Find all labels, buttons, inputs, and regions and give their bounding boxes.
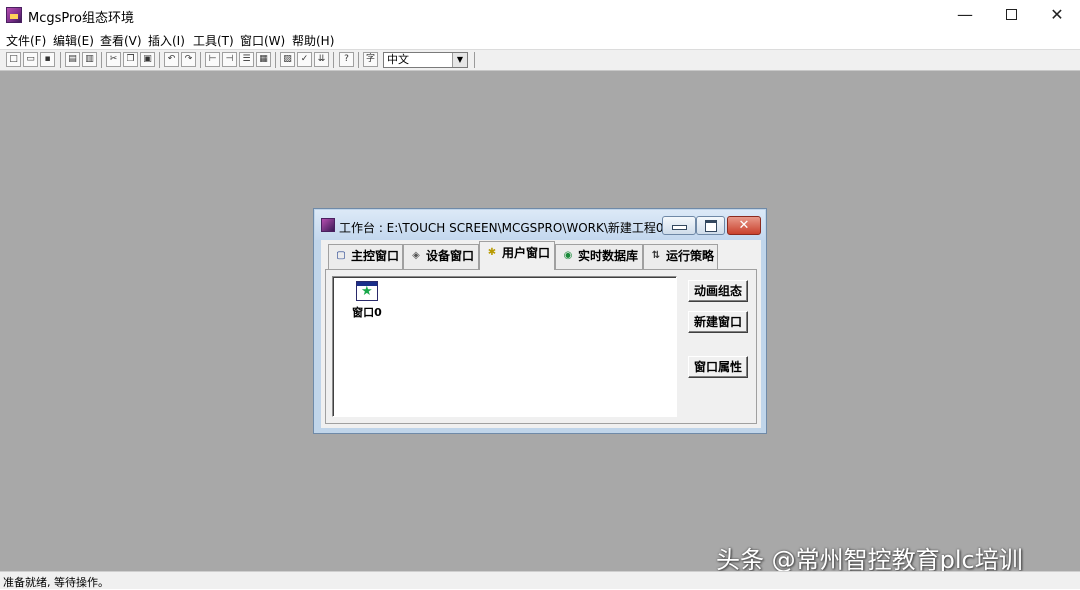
tab-user-window[interactable]: ✱ 用户窗口 [479, 241, 555, 270]
copy-icon[interactable]: ❐ [123, 52, 138, 67]
tab-label: 运行策略 [666, 249, 715, 263]
toolbar: □ ▭ ▪ ▤ ▥ ✂ ❐ ▣ ↶ ↷ ⊢ ⊣ ☰ ▦ ▨ ✓ ⇊ ? 字 中文… [0, 49, 1080, 71]
app-title: McgsPro组态环境 [28, 11, 135, 26]
toolbar-separator [275, 52, 276, 68]
new-file-icon[interactable]: □ [6, 52, 21, 67]
menu-insert[interactable]: 插入(I) [148, 32, 185, 49]
redo-icon[interactable]: ↷ [181, 52, 196, 67]
list-icon[interactable]: ☰ [239, 52, 254, 67]
chevron-down-icon[interactable]: ▼ [452, 53, 467, 67]
main-window-icon: ▢ [336, 249, 346, 261]
menu-file[interactable]: 文件(F) [6, 32, 46, 49]
minimize-icon: — [957, 5, 973, 24]
menu-tools[interactable]: 工具(T) [193, 32, 234, 49]
app-logo-icon [6, 7, 22, 23]
strategy-icon: ⇅ [651, 249, 661, 261]
user-window-icon: ✱ [487, 246, 497, 258]
tab-run-strategy[interactable]: ⇅ 运行策略 [643, 244, 718, 269]
toolbar-separator [200, 52, 201, 68]
window-properties-button[interactable]: 窗口属性 [688, 356, 748, 378]
maximize-icon [704, 220, 717, 232]
list-item-label: 窗口0 [352, 306, 382, 319]
language-select[interactable]: 中文 ▼ [383, 52, 468, 68]
list-item-window0[interactable]: ★ 窗口0 [345, 281, 389, 320]
maximize-icon [1005, 8, 1017, 20]
user-window-list[interactable]: ★ 窗口0 [332, 276, 677, 417]
database-icon: ◉ [563, 249, 573, 261]
minimize-icon [671, 225, 687, 230]
toolbar-separator [60, 52, 61, 68]
close-icon: ✕ [1050, 5, 1064, 24]
print-preview-icon[interactable]: ▥ [82, 52, 97, 67]
toolbar-separator [159, 52, 160, 68]
animate-config-button[interactable]: 动画组态 [688, 280, 748, 302]
user-window-panel: ★ 窗口0 动画组态 新建窗口 窗口属性 [325, 269, 757, 424]
workbench-title: 工作台 : E:\TOUCH SCREEN\MCGSPRO\WORK\新建工程0… [339, 221, 679, 235]
status-text: 准备就绪, 等待操作。 [3, 576, 109, 589]
menu-help[interactable]: 帮助(H) [292, 32, 334, 49]
tab-label: 主控窗口 [351, 249, 400, 263]
tab-main-window[interactable]: ▢ 主控窗口 [328, 244, 403, 269]
download-icon[interactable]: ⇊ [314, 52, 329, 67]
menu-window[interactable]: 窗口(W) [240, 32, 285, 49]
tab-label: 设备窗口 [426, 249, 475, 263]
menu-bar: 文件(F) 编辑(E) 查看(V) 插入(I) 工具(T) 窗口(W) 帮助(H… [0, 30, 1080, 49]
language-icon[interactable]: 字 [363, 52, 378, 67]
workbench-close-button[interactable]: ✕ [727, 216, 761, 235]
undo-icon[interactable]: ↶ [164, 52, 179, 67]
properties-icon[interactable]: ▨ [280, 52, 295, 67]
cut-icon[interactable]: ✂ [106, 52, 121, 67]
align-left-icon[interactable]: ⊢ [205, 52, 220, 67]
tab-label: 实时数据库 [578, 249, 639, 263]
menu-edit[interactable]: 编辑(E) [53, 32, 94, 49]
workbench-titlebar[interactable]: 工作台 : E:\TOUCH SCREEN\MCGSPRO\WORK\新建工程0… [315, 210, 765, 240]
workbench-window: 工作台 : E:\TOUCH SCREEN\MCGSPRO\WORK\新建工程0… [313, 208, 767, 434]
maximize-button[interactable] [988, 0, 1034, 30]
tab-realtime-database[interactable]: ◉ 实时数据库 [555, 244, 643, 269]
tab-device-window[interactable]: ◈ 设备窗口 [403, 244, 479, 269]
watermark: 头条 @常州智控教育plc培训 [716, 546, 1023, 574]
workbench-minimize-button[interactable] [662, 216, 696, 235]
toolbar-separator [333, 52, 334, 68]
check-icon[interactable]: ✓ [297, 52, 312, 67]
new-window-button[interactable]: 新建窗口 [688, 311, 748, 333]
app-titlebar[interactable]: McgsPro组态环境 — ✕ [0, 0, 1080, 30]
workbench-app-icon [321, 218, 335, 232]
print-icon[interactable]: ▤ [65, 52, 80, 67]
status-bar: 准备就绪, 等待操作。 [0, 571, 1080, 589]
tree-icon[interactable]: ⊣ [222, 52, 237, 67]
close-button[interactable]: ✕ [1034, 0, 1080, 30]
user-window-item-icon: ★ [356, 281, 378, 301]
minimize-button[interactable]: — [942, 0, 988, 30]
open-folder-icon[interactable]: ▭ [23, 52, 38, 67]
language-select-value: 中文 [387, 53, 409, 66]
close-icon: ✕ [738, 218, 750, 233]
grid-icon[interactable]: ▦ [256, 52, 271, 67]
workbench-body: ▢ 主控窗口 ◈ 设备窗口 ✱ 用户窗口 ◉ 实时数据库 ⇅ 运行策略 ★ 窗口0 动画组… [321, 240, 761, 428]
toolbar-separator [474, 52, 475, 68]
tab-label: 用户窗口 [502, 246, 551, 260]
paste-icon[interactable]: ▣ [140, 52, 155, 67]
device-icon: ◈ [412, 249, 420, 261]
menu-view[interactable]: 查看(V) [100, 32, 142, 49]
save-icon[interactable]: ▪ [40, 52, 55, 67]
toolbar-separator [358, 52, 359, 68]
workbench-maximize-button[interactable] [696, 216, 725, 235]
help-icon[interactable]: ? [339, 52, 354, 67]
toolbar-separator [101, 52, 102, 68]
